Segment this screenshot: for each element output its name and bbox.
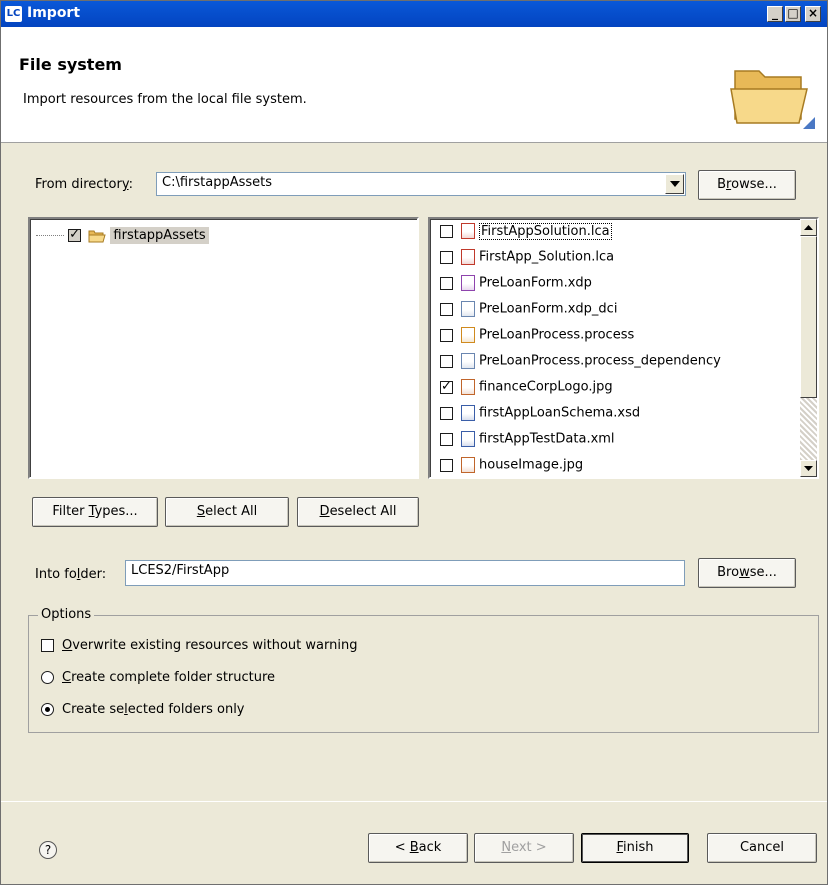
- into-folder-label: Into folder:: [35, 567, 107, 582]
- file-checkbox[interactable]: [440, 432, 453, 446]
- form-file-icon: [461, 275, 475, 291]
- page-description: Import resources from the local file sys…: [23, 92, 307, 107]
- livecycle-app-icon: LC: [5, 6, 22, 22]
- scroll-up-button[interactable]: [800, 219, 817, 236]
- xml-file-icon: [461, 431, 475, 447]
- file-checkbox[interactable]: [440, 406, 453, 420]
- file-list-item[interactable]: financeCorpLogo.jpg: [440, 379, 613, 405]
- complete-structure-label: Create complete folder structure: [62, 670, 276, 685]
- file-list-item[interactable]: houseImage.jpg: [440, 457, 584, 477]
- file-list-item[interactable]: PreLoanProcess.process: [440, 327, 634, 353]
- file-name: FirstApp_Solution.lca: [479, 249, 615, 265]
- file-name: firstAppTestData.xml: [479, 431, 615, 447]
- browse-folder-button[interactable]: Browse...: [698, 558, 796, 588]
- file-name: financeCorpLogo.jpg: [479, 379, 613, 395]
- file-checkbox[interactable]: [440, 379, 453, 394]
- image-file-icon: [461, 457, 475, 473]
- into-folder-value: LCES2/FirstApp: [131, 563, 230, 578]
- file-checkbox[interactable]: [440, 328, 453, 342]
- cancel-button[interactable]: Cancel: [707, 833, 817, 863]
- file-list-item[interactable]: FirstAppSolution.lca: [440, 222, 612, 249]
- tree-connector: [36, 235, 64, 236]
- text-file-icon: [461, 301, 475, 317]
- selected-folders-option[interactable]: Create selected folders only: [41, 702, 245, 717]
- file-list-item[interactable]: PreLoanForm.xdp_dci: [440, 301, 617, 327]
- from-directory-value: C:\firstappAssets: [162, 175, 273, 190]
- filter-types-button[interactable]: Filter Types...: [32, 497, 158, 527]
- file-name: FirstAppSolution.lca: [479, 222, 612, 240]
- file-list-item[interactable]: PreLoanForm.xdp: [440, 275, 592, 301]
- text-file-icon: [461, 353, 475, 369]
- back-button[interactable]: < Back: [368, 833, 468, 863]
- tree-item-firstappassets[interactable]: firstappAssets: [36, 227, 209, 244]
- chevron-down-icon[interactable]: [665, 174, 684, 194]
- wizard-banner: File system Import resources from the lo…: [1, 27, 827, 143]
- overwrite-label: Overwrite existing resources without war…: [62, 638, 358, 653]
- file-checkbox[interactable]: [440, 276, 453, 290]
- chevron-up-icon: [804, 225, 813, 230]
- import-dialog: LC Import _ □ × File system Import resou…: [0, 0, 828, 885]
- into-folder-field[interactable]: LCES2/FirstApp: [125, 560, 685, 586]
- file-name: PreLoanForm.xdp_dci: [479, 301, 618, 317]
- file-checkbox[interactable]: [440, 224, 453, 238]
- file-name: PreLoanForm.xdp: [479, 275, 592, 291]
- folder-open-icon: [730, 70, 815, 129]
- tree-item-checkbox[interactable]: [68, 227, 82, 242]
- next-button[interactable]: Next >: [474, 833, 574, 863]
- complete-structure-option[interactable]: Create complete folder structure: [41, 670, 275, 685]
- process-file-icon: [461, 327, 475, 343]
- page-title: File system: [19, 55, 122, 74]
- xml-file-icon: [461, 405, 475, 421]
- file-name: firstAppLoanSchema.xsd: [479, 405, 641, 421]
- maximize-button[interactable]: □: [785, 6, 801, 22]
- scroll-down-button[interactable]: [800, 460, 817, 477]
- select-all-button[interactable]: Select All: [165, 497, 289, 527]
- image-file-icon: [461, 379, 475, 395]
- scroll-thumb[interactable]: [800, 236, 817, 398]
- overwrite-checkbox[interactable]: [41, 639, 54, 652]
- file-list-item[interactable]: firstAppTestData.xml: [440, 431, 615, 457]
- file-list[interactable]: FirstAppSolution.lca FirstApp_Solution.lc…: [428, 217, 819, 479]
- complete-structure-radio[interactable]: [41, 671, 54, 684]
- chevron-down-icon: [804, 466, 813, 471]
- folder-tree[interactable]: firstappAssets: [28, 217, 419, 479]
- file-list-item[interactable]: firstAppLoanSchema.xsd: [440, 405, 640, 431]
- file-name: houseImage.jpg: [479, 457, 584, 473]
- file-checkbox[interactable]: [440, 354, 453, 368]
- lca-file-icon: [461, 249, 475, 265]
- file-list-scrollbar[interactable]: [800, 219, 817, 477]
- footer-separator: [1, 801, 827, 802]
- file-list-item[interactable]: FirstApp_Solution.lca: [440, 249, 614, 275]
- deselect-all-button[interactable]: Deselect All: [297, 497, 419, 527]
- close-button[interactable]: ×: [805, 6, 821, 22]
- file-checkbox[interactable]: [440, 302, 453, 316]
- scroll-track[interactable]: [800, 398, 817, 460]
- from-directory-combo[interactable]: C:\firstappAssets: [156, 172, 686, 196]
- options-group-label: Options: [38, 607, 95, 622]
- browse-directory-button[interactable]: Browse...: [698, 170, 796, 200]
- file-checkbox[interactable]: [440, 250, 453, 264]
- folder-open-icon: [88, 230, 106, 242]
- file-name: PreLoanProcess.process_dependency: [479, 353, 721, 369]
- from-directory-label: From directory:: [35, 177, 133, 192]
- file-name: PreLoanProcess.process: [479, 327, 635, 343]
- window-title: Import: [27, 5, 81, 21]
- minimize-button[interactable]: _: [767, 6, 783, 22]
- file-checkbox[interactable]: [440, 458, 453, 472]
- selected-folders-radio[interactable]: [41, 703, 54, 716]
- title-bar[interactable]: LC Import _ □ ×: [1, 1, 827, 27]
- tree-item-label: firstappAssets: [110, 227, 209, 244]
- file-list-item[interactable]: PreLoanProcess.process_dependency: [440, 353, 721, 379]
- help-icon[interactable]: ?: [39, 841, 57, 859]
- finish-button[interactable]: Finish: [581, 833, 689, 863]
- selected-folders-label: Create selected folders only: [62, 702, 245, 717]
- lca-file-icon: [461, 223, 475, 239]
- overwrite-option[interactable]: Overwrite existing resources without war…: [41, 638, 357, 653]
